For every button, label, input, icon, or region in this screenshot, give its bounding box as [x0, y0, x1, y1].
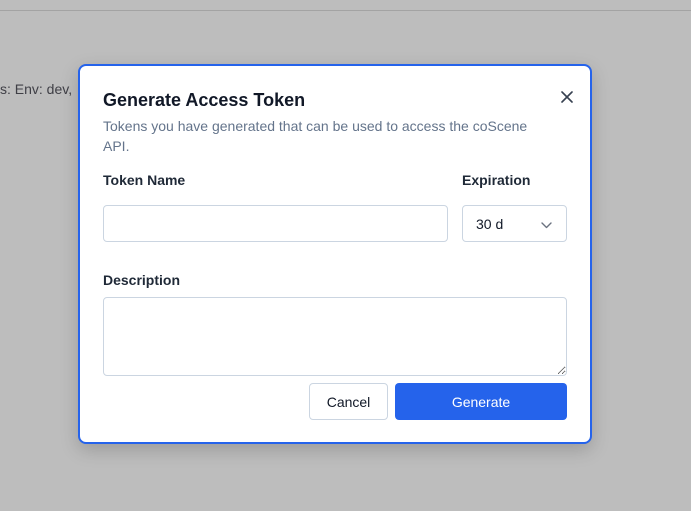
dialog-title: Generate Access Token [103, 90, 306, 110]
description-textarea[interactable] [103, 297, 567, 376]
token-name-label: Token Name [103, 172, 186, 188]
token-name-input[interactable] [103, 205, 448, 242]
close-icon [561, 90, 573, 108]
expiration-selected-value: 30 d [476, 215, 504, 232]
dialog-subtitle: Tokens you have generated that can be us… [103, 118, 528, 154]
chevron-down-icon [541, 216, 552, 232]
top-divider [0, 10, 691, 11]
description-label: Description [103, 272, 181, 288]
expiration-select[interactable]: 30 d [462, 205, 567, 242]
expiration-label: Expiration [462, 172, 531, 188]
background-env-text: s: Env: dev, [0, 81, 73, 97]
generate-token-dialog: Generate Access Token Tokens you have ge… [78, 64, 592, 444]
close-button[interactable] [556, 88, 578, 110]
generate-button[interactable]: Generate [395, 383, 567, 420]
cancel-button[interactable]: Cancel [309, 383, 388, 420]
